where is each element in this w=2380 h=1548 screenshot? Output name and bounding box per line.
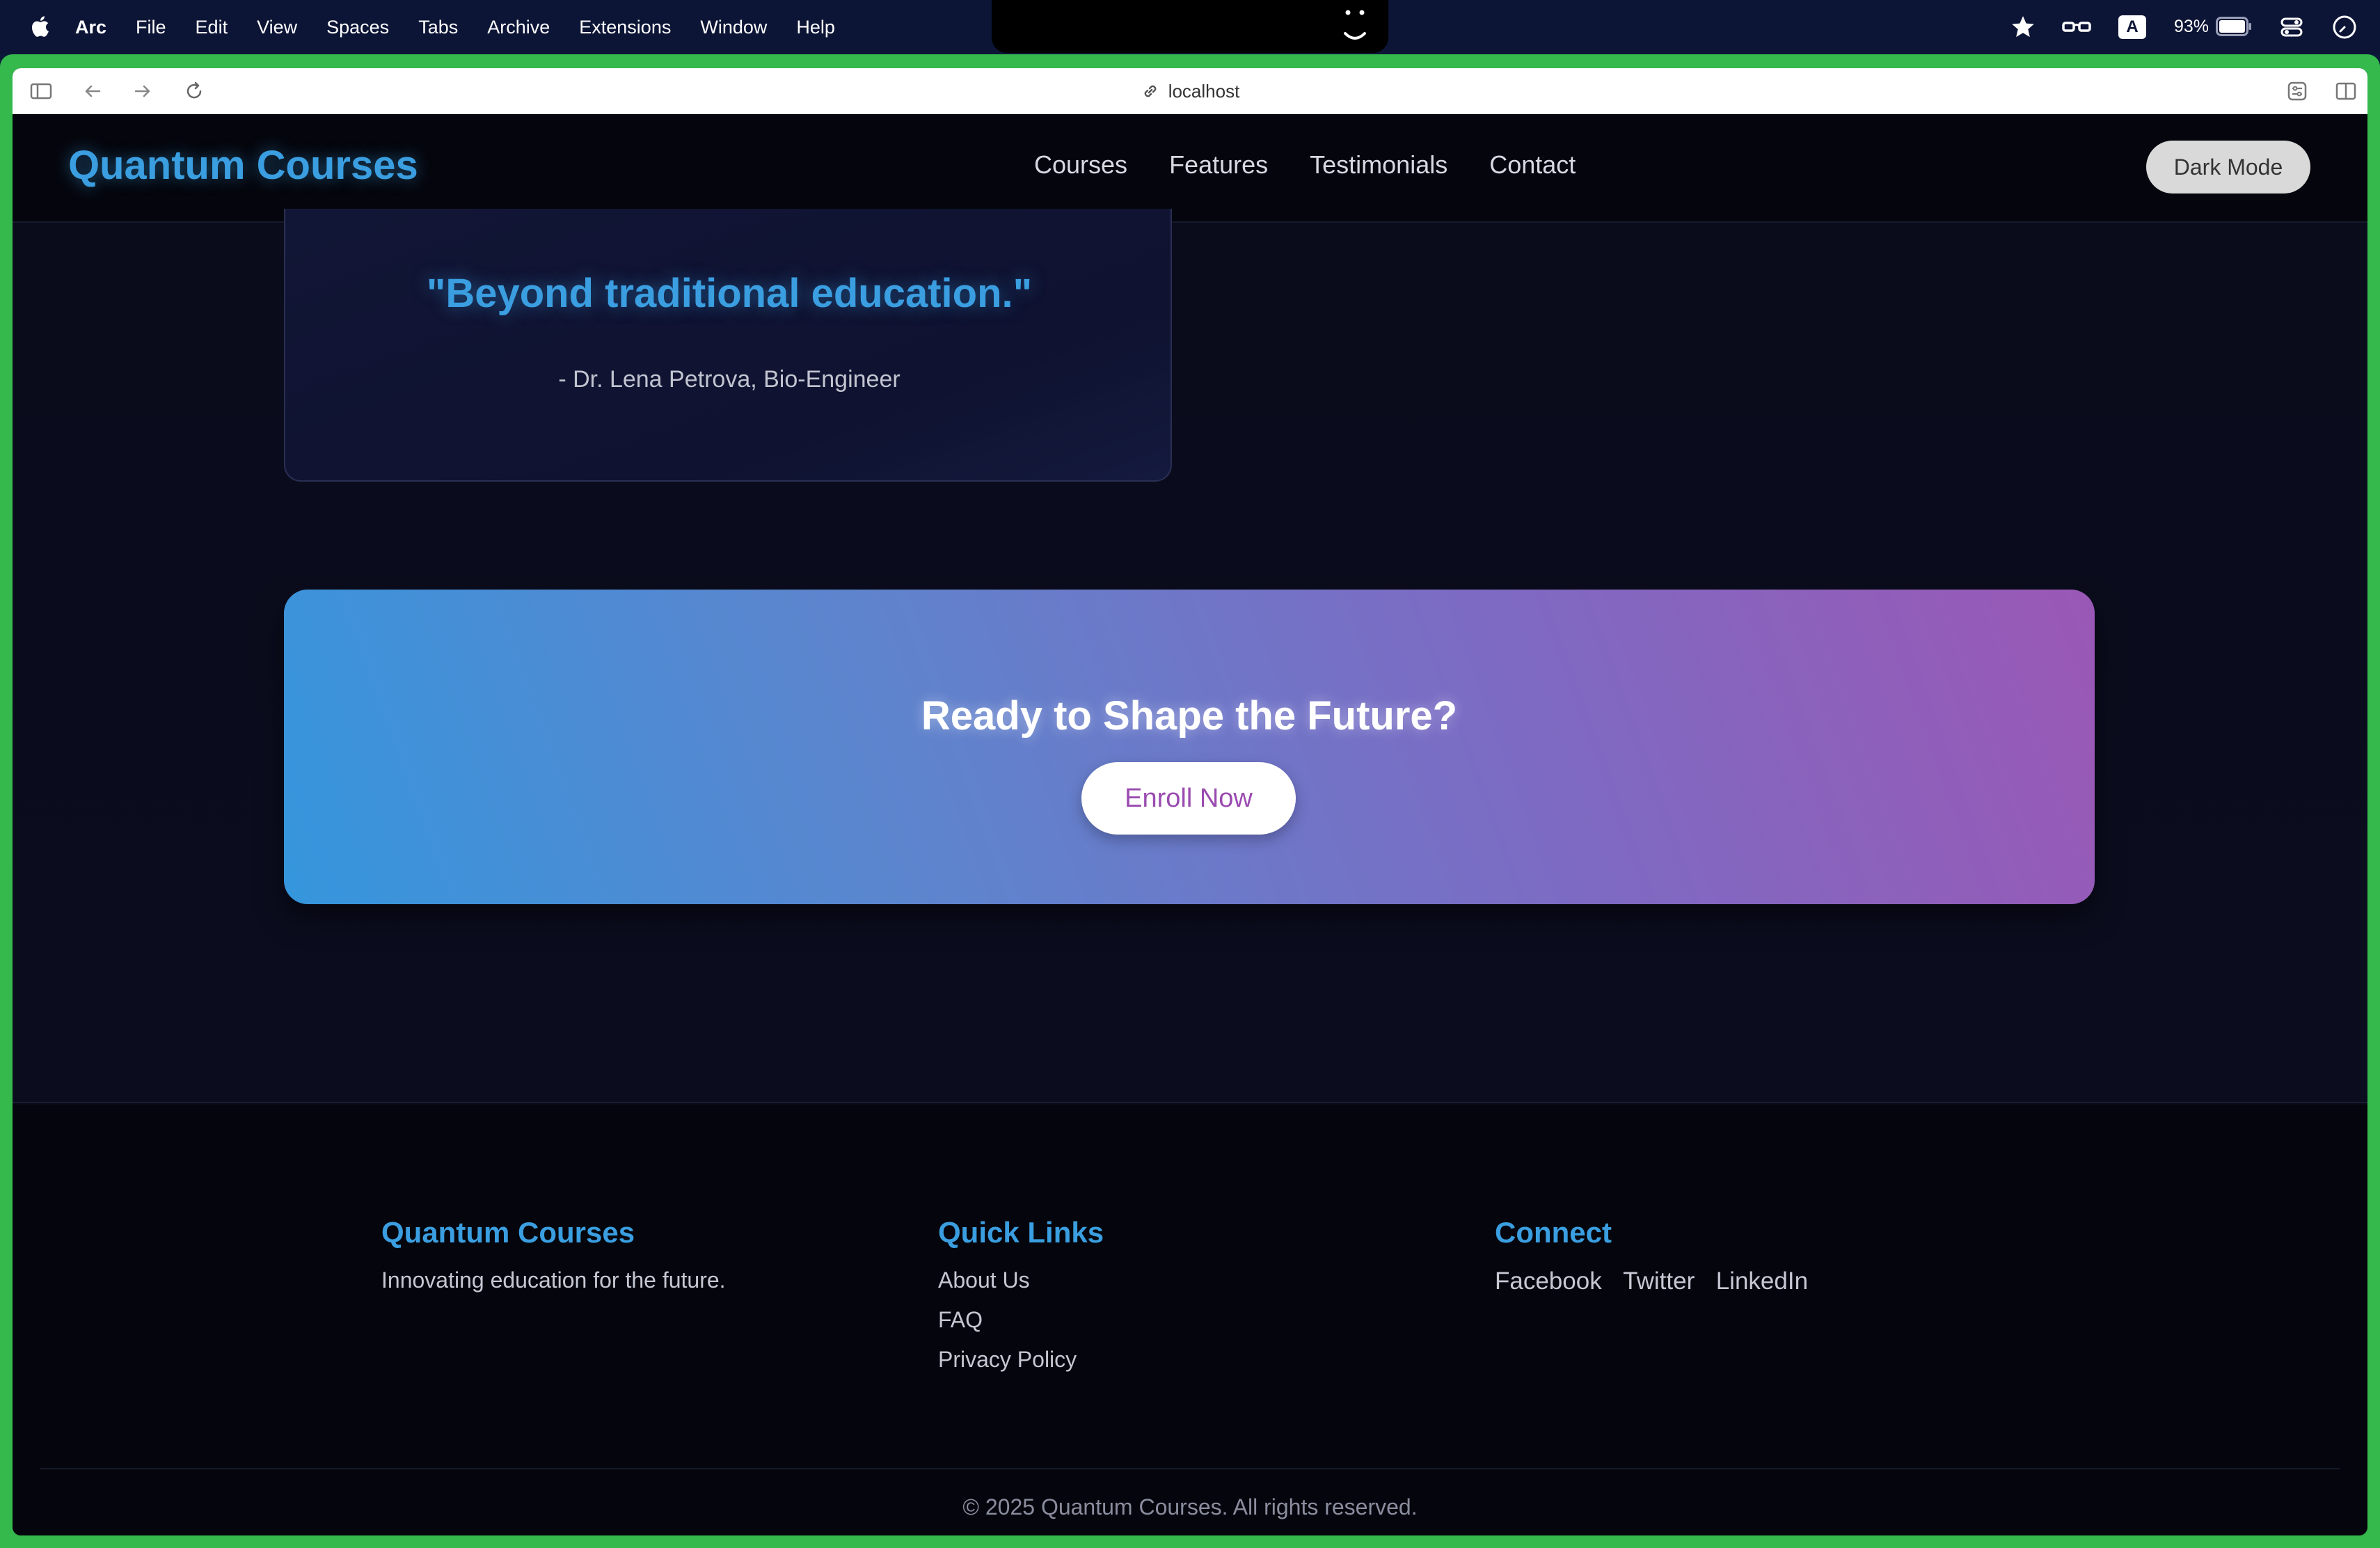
menu-edit[interactable]: Edit [196,17,228,38]
menu-window[interactable]: Window [700,17,767,38]
cta-banner: Ready to Shape the Future? Enroll Now [284,590,2095,904]
camera-notch [992,0,1388,53]
reader-glasses-icon[interactable] [2061,17,2092,38]
site-footer: Quantum Courses Innovating education for… [13,1105,2367,1535]
apple-logo-icon[interactable] [28,13,50,40]
url-text: localhost [1168,80,1240,102]
footer-connect-title: Connect [1495,1216,1612,1249]
footer-copyright: © 2025 Quantum Courses. All rights reser… [962,1494,1418,1519]
input-source-badge[interactable]: A [2118,15,2146,39]
footer-about-title: Quantum Courses [381,1216,635,1249]
footer-link-about-us[interactable]: About Us [938,1267,1104,1293]
menu-archive[interactable]: Archive [487,17,550,38]
testimonial-card: "Beyond traditional education." - Dr. Le… [284,209,1172,482]
footer-link-linkedin[interactable]: LinkedIn [1716,1267,1808,1295]
nav-features[interactable]: Features [1169,150,1268,180]
footer-link-faq[interactable]: FAQ [938,1307,1104,1333]
nav-testimonials[interactable]: Testimonials [1310,150,1447,180]
battery-percent: 93% [2174,17,2210,36]
site-logo[interactable]: Quantum Courses [68,142,418,189]
footer-quick-links-title: Quick Links [938,1216,1104,1249]
footer-quick-links: Quick Links About Us FAQ Privacy Policy [938,1216,1104,1387]
menu-help[interactable]: Help [796,17,835,38]
footer-connect: Connect Facebook Twitter LinkedIn [1495,1216,1826,1295]
battery-icon[interactable] [2216,17,2252,36]
menu-extensions[interactable]: Extensions [579,17,671,38]
site-header: Quantum Courses Courses Features Testimo… [13,114,2367,223]
clock-icon[interactable] [2331,14,2358,40]
menu-file[interactable]: File [136,17,166,38]
browser-window: localhost Quantum Courses Courses Featur… [13,68,2367,1535]
enroll-now-button[interactable]: Enroll Now [1081,762,1296,835]
footer-divider [40,1468,2340,1469]
star-icon[interactable] [2010,14,2036,40]
footer-link-facebook[interactable]: Facebook [1495,1267,1602,1295]
split-view-icon[interactable] [2334,79,2358,103]
browser-toolbar: localhost [13,68,2367,114]
testimonial-quote: "Beyond traditional education." [426,271,1033,316]
menu-view[interactable]: View [257,17,297,38]
footer-about: Quantum Courses Innovating education for… [381,1216,726,1293]
main-content: "Beyond traditional education." - Dr. Le… [13,209,2367,1103]
nav-courses[interactable]: Courses [1034,150,1127,180]
footer-about-text: Innovating education for the future. [381,1267,726,1293]
main-nav: Courses Features Testimonials Contact [1034,150,1617,180]
testimonial-author: - Dr. Lena Petrova, Bio-Engineer [558,366,901,393]
smiley-face-icon [1344,10,1366,40]
address-bar[interactable]: localhost [13,68,2367,114]
dark-mode-button[interactable]: Dark Mode [2146,141,2310,194]
link-icon [1144,85,1157,97]
footer-link-twitter[interactable]: Twitter [1623,1267,1695,1295]
extensions-icon[interactable] [2285,79,2309,103]
menu-list: Arc File Edit View Spaces Tabs Archive E… [75,0,864,54]
footer-link-privacy-policy[interactable]: Privacy Policy [938,1347,1104,1373]
macos-menu-bar: Arc File Edit View Spaces Tabs Archive E… [0,0,2380,54]
nav-contact[interactable]: Contact [1489,150,1576,180]
control-center-icon[interactable] [2280,15,2303,39]
cta-title: Ready to Shape the Future? [921,693,1458,739]
menu-spaces[interactable]: Spaces [326,17,389,38]
menu-tabs[interactable]: Tabs [418,17,458,38]
menu-app-arc[interactable]: Arc [75,17,106,38]
